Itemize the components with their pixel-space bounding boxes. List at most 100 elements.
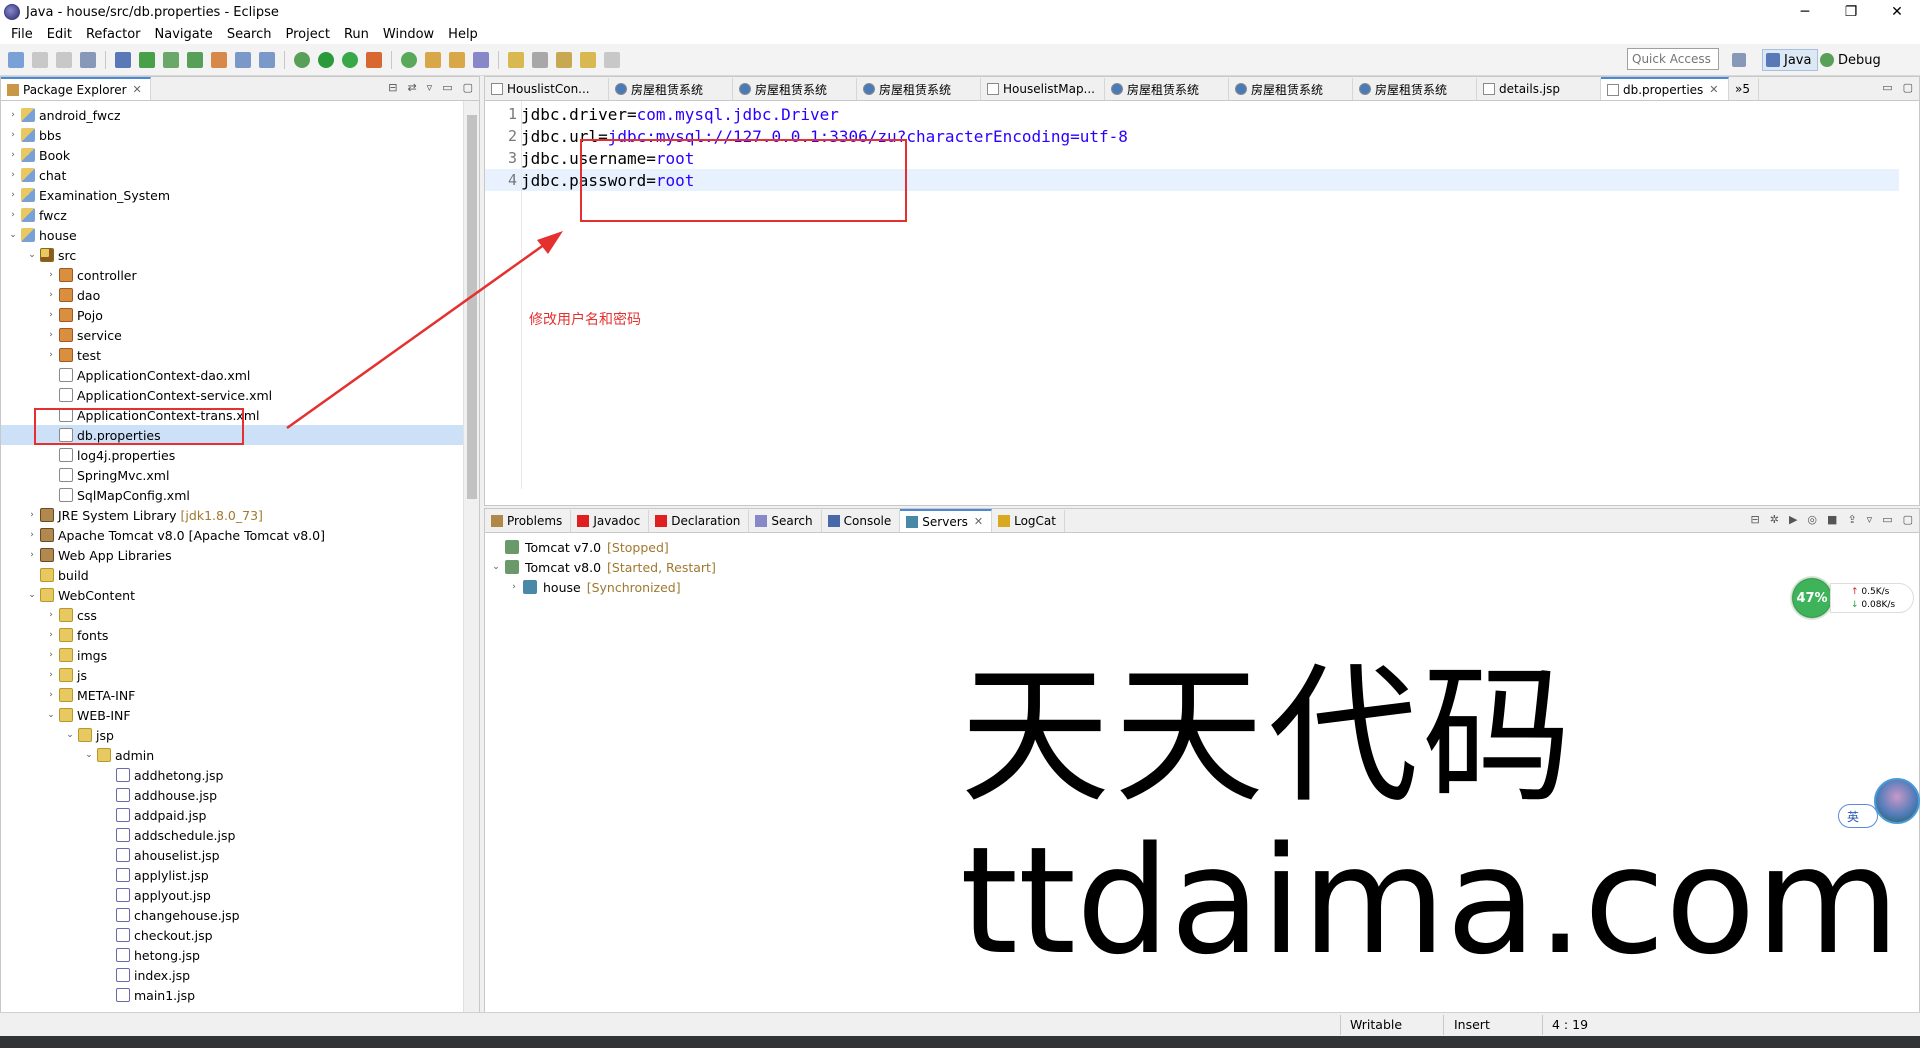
chevron-icon[interactable]: › — [26, 510, 38, 520]
tree-item[interactable]: ahouselist.jsp — [1, 845, 463, 865]
server-icon[interactable] — [139, 51, 155, 68]
tree-item[interactable]: addhetong.jsp — [1, 765, 463, 785]
chevron-icon[interactable]: ⌄ — [26, 250, 38, 260]
editor-tab[interactable]: HouslistCon... — [485, 78, 609, 100]
tree-item[interactable]: hetong.jsp — [1, 945, 463, 965]
editor-tab[interactable]: 房屋租赁系统 — [609, 78, 733, 100]
chevron-icon[interactable]: › — [7, 150, 19, 160]
link-editor-icon[interactable]: ⇄ — [407, 81, 416, 94]
external-tools-icon[interactable] — [366, 51, 382, 68]
tree-item[interactable]: SpringMvc.xml — [1, 465, 463, 485]
menu-help[interactable]: Help — [441, 27, 485, 42]
tree-item[interactable]: › Examination_System — [1, 185, 463, 205]
print-icon[interactable] — [80, 51, 96, 68]
chevron-icon[interactable]: › — [45, 690, 57, 700]
tree-item[interactable]: ⌄ src — [1, 245, 463, 265]
chevron-icon[interactable]: › — [7, 170, 19, 180]
maximize-view-icon[interactable]: ▢ — [463, 81, 473, 94]
editor-tab[interactable]: details.jsp — [1477, 78, 1601, 100]
tree-item[interactable]: applylist.jsp — [1, 865, 463, 885]
forward-icon[interactable] — [604, 51, 620, 68]
network-speed-widget[interactable]: 47% ↑ 0.5K/s ↓ 0.08K/s — [1790, 576, 1918, 620]
editor-tab[interactable]: 房屋租赁系统 — [1353, 78, 1477, 100]
scrollbar-thumb[interactable] — [467, 115, 477, 499]
collapse-icon[interactable]: ⊟ — [1751, 513, 1760, 526]
menu-edit[interactable]: Edit — [40, 27, 79, 42]
tree-item[interactable]: addhouse.jsp — [1, 785, 463, 805]
tree-item[interactable]: › META-INF — [1, 685, 463, 705]
perspective-java[interactable]: Java — [1762, 49, 1819, 71]
menu-project[interactable]: Project — [278, 27, 336, 42]
editor-tab[interactable]: 房屋租赁系统 — [1229, 78, 1353, 100]
menu-refactor[interactable]: Refactor — [79, 27, 148, 42]
tree-item[interactable]: › fonts — [1, 625, 463, 645]
tree-item[interactable]: › bbs — [1, 125, 463, 145]
menu-run[interactable]: Run — [337, 27, 376, 42]
perspective-debug[interactable]: Debug — [1820, 49, 1881, 71]
tab-servers[interactable]: Servers ✕ — [900, 509, 993, 532]
editor-tab[interactable]: 房屋租赁系统 — [733, 78, 857, 100]
chevron-icon[interactable]: › — [7, 110, 19, 120]
server-item[interactable]: ⌄ Tomcat v8.0 [Started, Restart] — [489, 557, 716, 577]
tree-item[interactable]: main1.jsp — [1, 985, 463, 1005]
chevron-icon[interactable]: ⌄ — [64, 730, 76, 740]
chevron-icon[interactable]: › — [26, 550, 38, 560]
tree-item[interactable]: › fwcz — [1, 205, 463, 225]
chevron-icon[interactable]: › — [45, 650, 57, 660]
tree-item[interactable]: addpaid.jsp — [1, 805, 463, 825]
run-icon[interactable] — [318, 51, 334, 68]
open-task-icon[interactable] — [449, 51, 465, 68]
tab-search[interactable]: Search — [749, 510, 822, 532]
tree-item[interactable]: ApplicationContext-dao.xml — [1, 365, 463, 385]
view-menu-icon[interactable]: ▿ — [1867, 513, 1873, 526]
editor-text-area[interactable]: 1 jdbc.driver= com.mysql.jdbc.Driver 2 jdbc.… — [485, 101, 1919, 505]
code-line[interactable]: 1 jdbc.driver= com.mysql.jdbc.Driver — [485, 103, 1899, 125]
minimize-view-icon[interactable]: ▭ — [1882, 81, 1892, 94]
tree-item[interactable]: ⌄ jsp — [1, 725, 463, 745]
tree-item[interactable]: ⌄ WebContent — [1, 585, 463, 605]
chevron-icon[interactable]: › — [45, 310, 57, 320]
editor-tab[interactable]: db.properties ✕ — [1601, 77, 1729, 100]
tree-item[interactable]: › controller — [1, 265, 463, 285]
minimize-icon[interactable]: ─ — [1782, 0, 1828, 24]
chevron-icon[interactable]: › — [7, 190, 19, 200]
editor-tab[interactable]: HouselistMap... — [981, 78, 1105, 100]
tree-item[interactable]: SqlMapConfig.xml — [1, 485, 463, 505]
chevron-icon[interactable]: › — [45, 270, 57, 280]
chevron-icon[interactable]: › — [507, 582, 521, 592]
coverage-icon[interactable] — [342, 51, 358, 68]
save-icon[interactable] — [32, 51, 48, 68]
tree-item[interactable]: ⌄ WEB-INF — [1, 705, 463, 725]
tree-item[interactable]: ApplicationContext-service.xml — [1, 385, 463, 405]
ime-widget[interactable]: 英 — [1838, 778, 1920, 830]
chevron-icon[interactable]: › — [45, 630, 57, 640]
chevron-icon[interactable]: › — [45, 610, 57, 620]
menu-navigate[interactable]: Navigate — [148, 27, 220, 42]
tree-item[interactable]: build — [1, 565, 463, 585]
tab-logcat[interactable]: LogCat — [992, 510, 1065, 532]
open-type-icon[interactable] — [425, 51, 441, 68]
tab-package-explorer[interactable]: Package Explorer ✕ — [1, 77, 151, 100]
close-icon[interactable]: ✕ — [133, 83, 142, 96]
sdk-icon[interactable] — [163, 51, 179, 68]
chevron-icon[interactable]: › — [45, 350, 57, 360]
server-item[interactable]: Tomcat v7.0 [Stopped] — [489, 537, 716, 557]
menu-file[interactable]: File — [4, 27, 40, 42]
chevron-icon[interactable]: ⌄ — [83, 750, 95, 760]
tree-item[interactable]: › test — [1, 345, 463, 365]
tree-item[interactable]: › Apache Tomcat v8.0 [Apache Tomcat v8.0] — [1, 525, 463, 545]
publish-icon[interactable]: ⇪ — [1847, 513, 1856, 526]
debug-server-icon[interactable]: ✲ — [1770, 513, 1779, 526]
tree-item[interactable]: › android_fwcz — [1, 105, 463, 125]
tree-item[interactable]: addschedule.jsp — [1, 825, 463, 845]
close-icon[interactable]: ✕ — [974, 515, 983, 528]
avatar[interactable] — [1874, 778, 1920, 824]
annotation-prev-icon[interactable] — [532, 51, 548, 68]
tree-item[interactable]: › js — [1, 665, 463, 685]
maximize-icon[interactable]: ❐ — [1828, 0, 1874, 24]
chevron-icon[interactable]: ⌄ — [489, 562, 503, 572]
tab-problems[interactable]: Problems — [485, 510, 572, 532]
minimize-view-icon[interactable]: ▭ — [442, 81, 452, 94]
menu-search[interactable]: Search — [220, 27, 279, 42]
editor-tab[interactable]: 房屋租赁系统 — [1105, 78, 1229, 100]
